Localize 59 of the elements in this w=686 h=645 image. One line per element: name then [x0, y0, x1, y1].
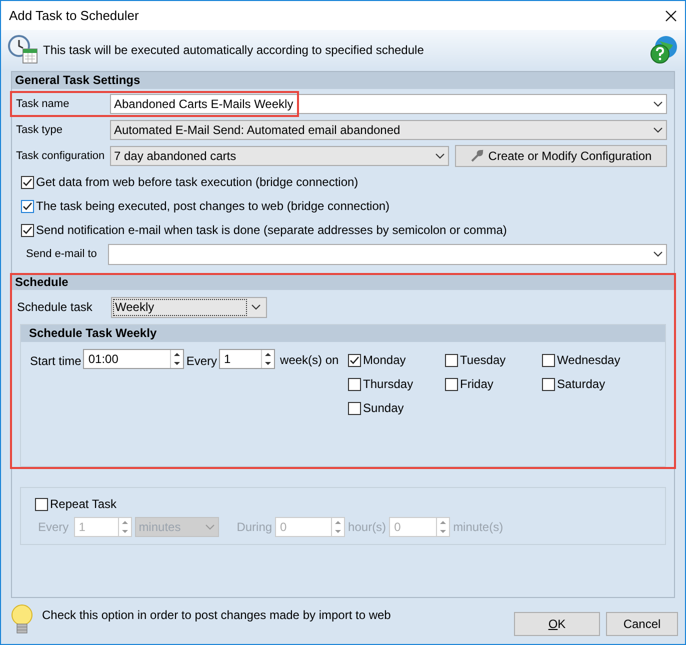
field-label: Every [38, 519, 69, 536]
option-label: Send notification e-mail when task is done (separate addresses by semicolon or comma) [36, 222, 507, 239]
option-label: Repeat Task [50, 496, 116, 513]
field-label: Task configuration [16, 148, 106, 164]
field-label: Start time [30, 353, 82, 370]
cancel-button[interactable]: Cancel [606, 612, 678, 636]
section-header: Schedule [12, 275, 674, 290]
task-name-field[interactable]: Abandoned Carts E-Mails Weekly [110, 94, 667, 114]
day-label: Wednesday [557, 352, 620, 369]
hint-text: Check this option in order to post changes made by import to web [42, 607, 392, 624]
email-field[interactable] [108, 244, 667, 264]
day-label: Sunday [363, 400, 404, 417]
day-label: Thursday [363, 376, 414, 393]
chevron-icon [653, 251, 663, 257]
day-label: Monday [363, 352, 406, 369]
section-header: Schedule Task Weekly [21, 325, 665, 342]
checkbox[interactable] [446, 378, 458, 390]
schedule-dropdown[interactable]: Weekly [111, 296, 267, 318]
clock-calendar-icon [7, 34, 39, 66]
field-label: hour(s) [348, 519, 386, 536]
ok-button[interactable]: OK [514, 612, 600, 636]
task-type-dropdown[interactable]: Automated E-Mail Send: Automated email abandoned [110, 120, 667, 140]
checkbox[interactable] [446, 354, 458, 366]
section-header: General Task Settings [12, 72, 674, 89]
day-label: Friday [460, 376, 494, 393]
field-label: Schedule task [17, 299, 94, 316]
field-label: Send e-mail to [26, 246, 98, 262]
checkbox[interactable] [22, 224, 33, 236]
checkbox[interactable] [22, 176, 33, 188]
checkbox[interactable] [543, 354, 554, 366]
chevron-icon [435, 153, 445, 159]
field-label: Every [186, 353, 218, 370]
close-icon[interactable] [665, 10, 677, 22]
configuration-dropdown[interactable]: 7 day abandoned carts [110, 146, 449, 166]
checkbox[interactable] [543, 378, 554, 390]
checkbox[interactable] [349, 354, 360, 366]
checkbox[interactable] [349, 378, 360, 390]
option-label: The task being executed, post changes to web (bridge connection) [36, 198, 390, 215]
chevron-icon [204, 524, 215, 530]
day-label: Saturday [557, 376, 606, 393]
field-label: Task name [16, 96, 70, 112]
header-description: This task will be executed automatically according to specified schedule [43, 42, 425, 59]
week-interval-field[interactable]: 1 [219, 349, 276, 369]
checkbox[interactable] [22, 200, 33, 212]
chevron-icon [653, 101, 663, 107]
wrench-icon [470, 149, 484, 163]
globe-help-icon[interactable] [649, 35, 679, 65]
checkbox[interactable] [349, 402, 360, 414]
day-label: Tuesday [460, 352, 506, 369]
field-label: Task type [16, 122, 64, 138]
start-time-field[interactable]: 01:00 [83, 349, 184, 369]
field-label: minute(s) [453, 519, 504, 536]
chevron-icon [251, 304, 261, 310]
configure-button[interactable]: Create or Modify Configuration [455, 145, 667, 167]
field-label: week(s) on [280, 352, 340, 369]
field-label: During [236, 519, 272, 536]
option-label: Get data from web before task execution (bridge connection) [36, 174, 358, 191]
chevron-icon [653, 127, 663, 133]
window-title: Add Task to Scheduler [9, 6, 139, 25]
